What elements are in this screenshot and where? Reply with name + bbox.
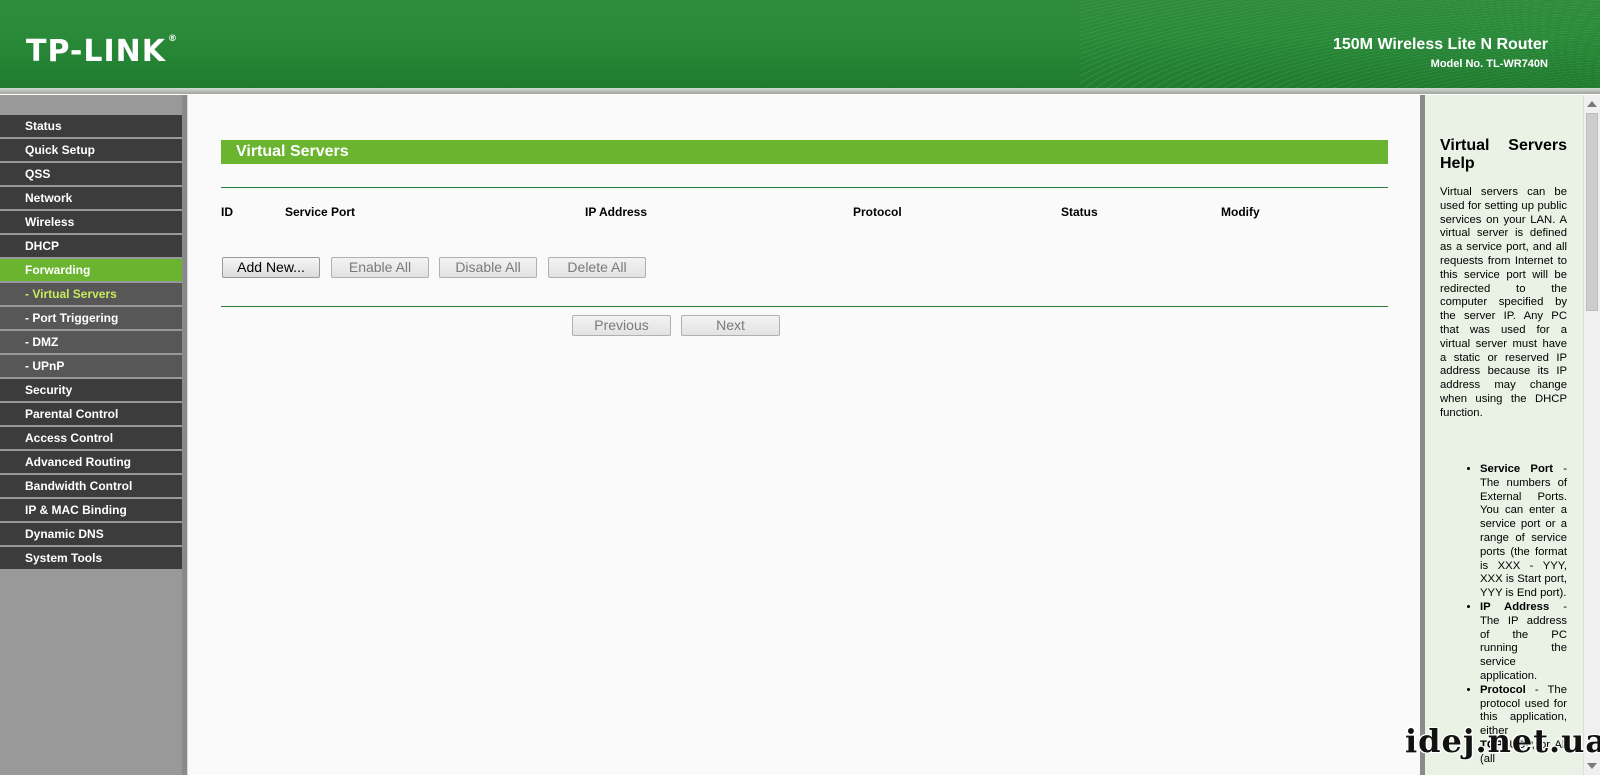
tplink-logo: TP-LINK ®	[26, 34, 179, 69]
disable-all-button[interactable]: Disable All	[439, 257, 537, 278]
header-banner: TP-LINK ® 150M Wireless Lite N Router Mod…	[0, 0, 1600, 90]
watermark: idej.net.ua	[1405, 722, 1600, 760]
sidebar-item-ip-mac-binding[interactable]: IP & MAC Binding	[0, 499, 182, 521]
sidebar-item-wireless[interactable]: Wireless	[0, 211, 182, 233]
help-title: Virtual Servers Help	[1440, 137, 1567, 172]
table-top-rule	[221, 187, 1388, 188]
sidebar: Status Quick Setup QSS Network Wireless DHCP F…	[0, 95, 187, 775]
help-panel: Virtual Servers Help Virtual servers can…	[1425, 95, 1583, 775]
table-bottom-rule	[221, 306, 1388, 307]
sidebar-item-dmz[interactable]: - DMZ	[0, 331, 182, 353]
sidebar-item-dynamic-dns[interactable]: Dynamic DNS	[0, 523, 182, 545]
sidebar-item-virtual-servers[interactable]: - Virtual Servers	[0, 283, 182, 305]
model-number: Model No. TL-WR740N	[1430, 58, 1548, 70]
sidebar-item-security[interactable]: Security	[0, 379, 182, 401]
delete-all-button[interactable]: Delete All	[548, 257, 646, 278]
main-content: Virtual Servers ID Service Port IP Addre…	[187, 95, 1421, 775]
column-header-id: ID	[221, 205, 233, 219]
scroll-up-arrow-icon[interactable]	[1587, 101, 1597, 107]
header-divider	[0, 88, 1600, 94]
sidebar-item-qss[interactable]: QSS	[0, 163, 182, 185]
sidebar-item-advanced-routing[interactable]: Advanced Routing	[0, 451, 182, 473]
sidebar-item-system-tools[interactable]: System Tools	[0, 547, 182, 569]
sidebar-item-access-control[interactable]: Access Control	[0, 427, 182, 449]
column-header-status: Status	[1061, 205, 1098, 219]
sidebar-item-parental-control[interactable]: Parental Control	[0, 403, 182, 425]
add-new-button[interactable]: Add New...	[222, 257, 320, 278]
previous-button[interactable]: Previous	[572, 315, 671, 336]
sidebar-item-upnp[interactable]: - UPnP	[0, 355, 182, 377]
scroll-thumb[interactable]	[1586, 113, 1598, 311]
next-button[interactable]: Next	[681, 315, 780, 336]
help-term: Service Port	[1480, 463, 1554, 475]
scroll-down-arrow-icon[interactable]	[1587, 763, 1597, 769]
sidebar-item-dhcp[interactable]: DHCP	[0, 235, 182, 257]
help-list: Service Port - The numbers of External P…	[1440, 463, 1567, 767]
page-title: Virtual Servers	[221, 140, 1388, 164]
help-list-item: Service Port - The numbers of External P…	[1480, 463, 1567, 601]
sidebar-item-quick-setup[interactable]: Quick Setup	[0, 139, 182, 161]
column-header-protocol: Protocol	[853, 205, 902, 219]
sidebar-menu: Status Quick Setup QSS Network Wireless DHCP F…	[0, 115, 182, 571]
column-header-modify: Modify	[1221, 205, 1260, 219]
column-header-ip-address: IP Address	[585, 205, 648, 219]
help-term-description: - The IP address of the PC running the s…	[1480, 600, 1567, 682]
sidebar-item-bandwidth-control[interactable]: Bandwidth Control	[0, 475, 182, 497]
help-term: Protocol	[1480, 683, 1526, 696]
help-intro: Virtual servers can be used for setting …	[1440, 186, 1567, 419]
help-scrollbar[interactable]	[1583, 95, 1600, 775]
column-header-service-port: Service Port	[285, 205, 356, 219]
help-term-description: - The numbers of External Ports. You can…	[1480, 463, 1567, 600]
enable-all-button[interactable]: Enable All	[331, 257, 429, 278]
help-list-item: IP Address - The IP address of the PC ru…	[1480, 601, 1567, 684]
sidebar-item-network[interactable]: Network	[0, 187, 182, 209]
sidebar-item-forwarding[interactable]: Forwarding	[0, 259, 182, 281]
help-term: IP Address	[1480, 600, 1550, 613]
product-name: 150M Wireless Lite N Router	[1332, 36, 1548, 53]
sidebar-item-status[interactable]: Status	[0, 115, 182, 137]
sidebar-item-port-triggering[interactable]: - Port Triggering	[0, 307, 182, 329]
